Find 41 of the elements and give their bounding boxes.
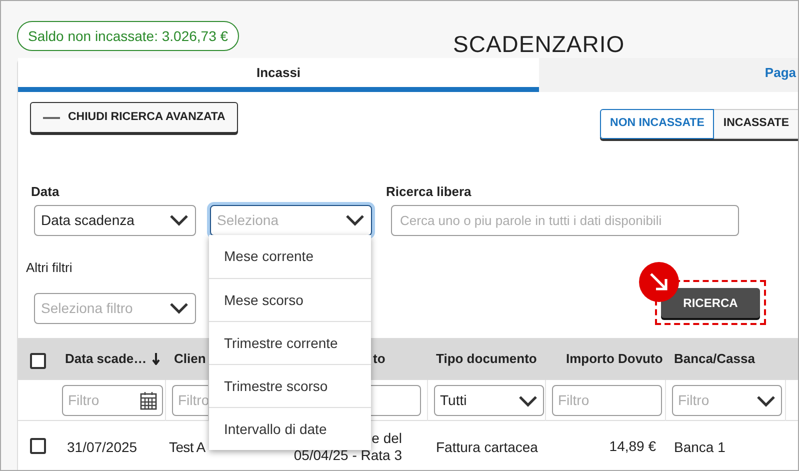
checkbox[interactable] xyxy=(30,438,46,454)
checkbox[interactable] xyxy=(30,353,46,369)
tab[interactable]: Paga xyxy=(539,58,798,92)
dropdown-option[interactable]: Intervallo di date xyxy=(209,407,371,450)
column-header[interactable]: Banca/Cassa xyxy=(666,349,755,369)
table-cell-text: Banca 1 xyxy=(673,439,726,455)
field-label: Ricerca libera xyxy=(386,183,472,202)
status-toggle[interactable]: NON INCASSATE xyxy=(600,109,714,139)
dropdown-option[interactable]: Trimestre scorso xyxy=(209,364,371,407)
status-toggle[interactable]: INCASSATE xyxy=(714,109,798,139)
table-cell-text: 31/07/2025 xyxy=(66,439,138,455)
minus-icon xyxy=(43,116,60,118)
close-advanced-search-button[interactable]: CHIUDI RICERCA AVANZATA xyxy=(30,102,238,133)
tab[interactable]: Incassi xyxy=(18,58,539,92)
column-header[interactable]: Importo Dovuto xyxy=(546,349,663,369)
field-label: Altri filtri xyxy=(26,259,74,277)
search-button[interactable]: RICERCA xyxy=(661,288,760,318)
column-header[interactable]: to xyxy=(371,349,386,369)
chevron-down-icon xyxy=(756,394,776,406)
table-cell-text: Fattura cartacea xyxy=(435,439,538,455)
chevron-down-icon xyxy=(169,214,189,226)
calendar-icon[interactable] xyxy=(140,391,157,410)
free-search-field[interactable]: Cerca uno o piu parole in tutti i dati disponibili xyxy=(391,204,739,236)
page-title: SCADENZARIO xyxy=(453,30,625,59)
date-type-select[interactable]: Data scadenza xyxy=(34,204,196,236)
column-header[interactable]: Tipo documento xyxy=(428,349,537,369)
balance-badge: Saldo non incassate: 3.026,73 € xyxy=(17,21,240,51)
chevron-down-icon xyxy=(169,302,189,314)
table-cell: 05/04/25 - Rata 3 xyxy=(294,447,402,464)
filter-select[interactable]: Tutti xyxy=(434,385,544,416)
column-header[interactable]: Data scade… xyxy=(53,349,147,369)
dropdown-option[interactable]: Mese corrente xyxy=(209,235,371,278)
table-cell-text: 14,89 € xyxy=(608,437,657,456)
table-cell-text: Test A xyxy=(168,439,206,455)
column-header[interactable]: Clien xyxy=(166,349,206,369)
chevron-down-icon xyxy=(518,394,538,406)
table-cell: e del xyxy=(372,430,402,447)
dropdown-option[interactable]: Mese scorso xyxy=(209,278,371,321)
chevron-down-icon xyxy=(345,214,365,226)
field-label: Data xyxy=(31,183,60,202)
dropdown-option[interactable]: Trimestre corrente xyxy=(209,321,371,364)
